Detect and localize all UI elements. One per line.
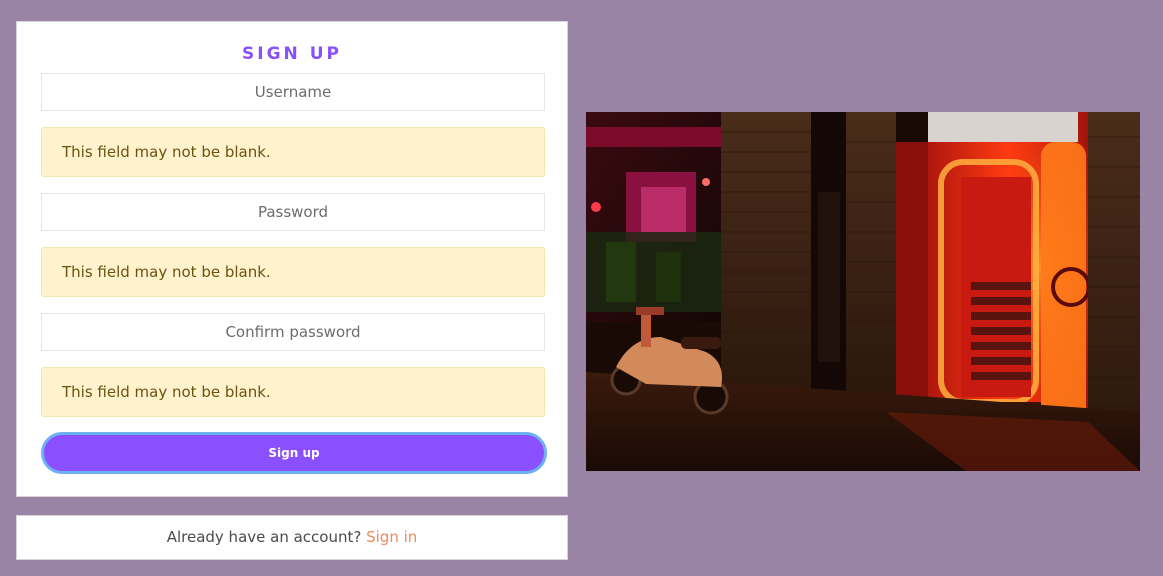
signup-card: SIGN UP This field may not be blank. Thi… xyxy=(16,21,568,497)
sign-in-link[interactable]: Sign in xyxy=(366,528,417,546)
signin-prompt-text: Already have an account? xyxy=(166,528,362,546)
password-error-alert: This field may not be blank. xyxy=(41,247,545,297)
signup-title: SIGN UP xyxy=(242,44,342,64)
confirm-password-error-alert: This field may not be blank. xyxy=(41,367,545,417)
sign-up-button[interactable]: Sign up xyxy=(41,432,547,474)
signin-prompt-card: Already have an account? Sign in xyxy=(16,515,568,560)
confirm-password-input[interactable] xyxy=(41,313,545,351)
hero-photo xyxy=(586,112,1140,471)
username-error-alert: This field may not be blank. xyxy=(41,127,545,177)
username-input[interactable] xyxy=(41,73,545,111)
password-input[interactable] xyxy=(41,193,545,231)
